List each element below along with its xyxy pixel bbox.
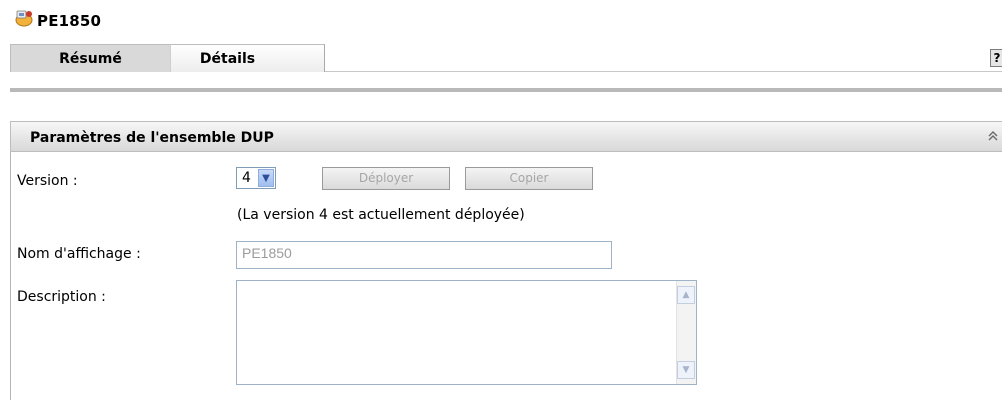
version-label: Version :: [17, 173, 78, 189]
copy-button[interactable]: Copier: [465, 167, 593, 190]
description-field[interactable]: [236, 280, 697, 385]
description-label: Description :: [17, 289, 106, 305]
deployed-version-note: (La version 4 est actuellement déployée): [237, 207, 525, 223]
version-value: 4: [242, 170, 251, 186]
tab-bar-divider: [10, 88, 1002, 92]
bundle-icon: [14, 9, 34, 27]
help-button[interactable]: ?: [990, 49, 1002, 67]
scroll-up-icon[interactable]: ▲: [677, 286, 695, 304]
deploy-button[interactable]: Déployer: [322, 167, 450, 190]
collapse-icon[interactable]: [986, 129, 1000, 143]
chevron-down-icon[interactable]: ▼: [258, 169, 274, 187]
tab-bar-line: [325, 71, 1002, 72]
scroll-down-icon[interactable]: ▼: [677, 361, 695, 379]
panel-title: Paramètres de l'ensemble DUP: [30, 130, 274, 146]
display-name-label: Nom d'affichage :: [17, 246, 141, 262]
page-title: PE1850: [37, 12, 102, 30]
panel-border: [10, 152, 11, 400]
tab-resume[interactable]: Résumé: [10, 44, 170, 72]
tab-details[interactable]: Détails: [170, 44, 325, 72]
display-name-field[interactable]: PE1850: [236, 241, 612, 269]
